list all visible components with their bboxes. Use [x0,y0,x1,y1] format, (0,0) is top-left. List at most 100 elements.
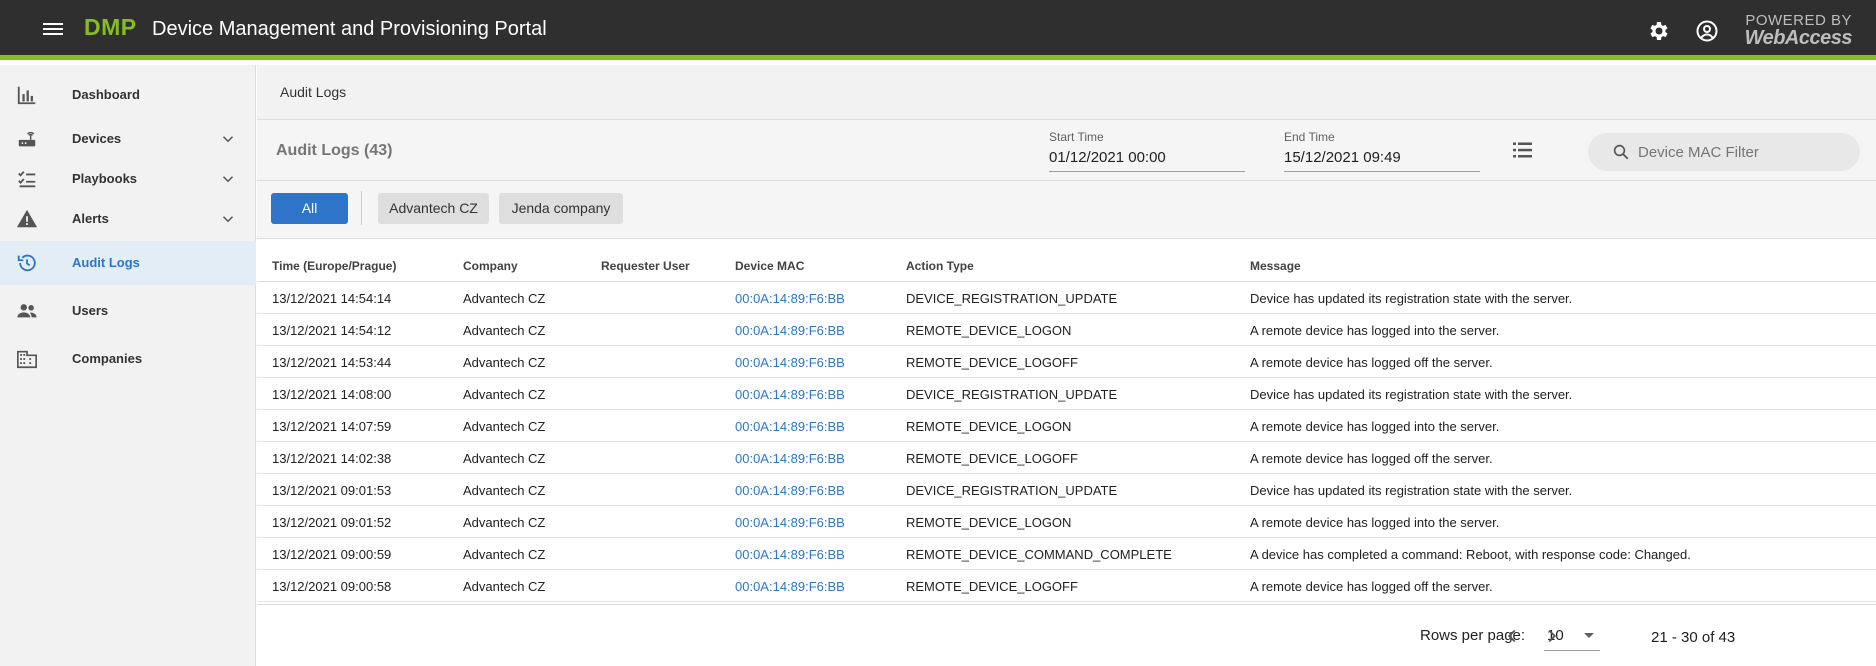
end-time-value[interactable]: 15/12/2021 09:49 [1284,149,1401,166]
table-row[interactable]: 13/12/2021 14:02:38 Advantech CZ 00:0A:14:… [257,442,1876,474]
cell-action-type: REMOTE_DEVICE_LOGOFF [906,451,1078,466]
cell-message: Device has updated its registration stat… [1250,483,1573,498]
search-icon [1613,144,1629,160]
building-icon [17,350,37,369]
dropdown-arrow-icon [1584,633,1594,638]
cell-action-type: DEVICE_REGISTRATION_UPDATE [906,291,1118,306]
table-row[interactable]: 13/12/2021 09:00:59 Advantech CZ 00:0A:14:… [257,538,1876,570]
cell-time: 13/12/2021 14:08:00 [272,387,392,402]
filter-all-button[interactable]: All [271,193,348,224]
cell-company: Advantech CZ [463,515,546,530]
start-time-field[interactable]: Start Time 01/12/2021 00:00 [1049,128,1245,172]
cell-time: 13/12/2021 14:54:14 [272,291,392,306]
table-row[interactable]: 13/12/2021 09:01:53 Advantech CZ 00:0A:14:… [257,474,1876,506]
cell-action-type: REMOTE_DEVICE_COMMAND_COMPLETE [906,547,1172,562]
device-mac-link[interactable]: 00:0A:14:89:F6:BB [735,451,845,466]
company-filter-bar: All Advantech CZ Jenda company [257,181,1876,239]
device-mac-link[interactable]: 00:0A:14:89:F6:BB [735,547,845,562]
column-header-device-mac[interactable]: Device MAC [735,259,804,273]
table-row[interactable]: 13/12/2021 09:00:58 Advantech CZ 00:0A:14:… [257,570,1876,602]
cell-time: 13/12/2021 09:00:58 [272,579,392,594]
table-row[interactable]: 13/12/2021 14:54:14 Advantech CZ 00:0A:14:… [257,282,1876,314]
device-mac-search[interactable] [1588,133,1860,171]
chevron-right-icon[interactable] [1541,625,1563,647]
cell-action-type: DEVICE_REGISTRATION_UPDATE [906,483,1118,498]
start-time-value[interactable]: 01/12/2021 00:00 [1049,149,1166,166]
pagination: Rows per page: 10 21 - 30 of 43 [257,604,1876,666]
cell-time: 13/12/2021 14:54:12 [272,323,392,338]
table-row[interactable]: 13/12/2021 14:53:44 Advantech CZ 00:0A:14:… [257,346,1876,378]
sidebar-item-dashboard[interactable]: Dashboard [0,73,256,117]
cell-company: Advantech CZ [463,291,546,306]
cell-message: Device has updated its registration stat… [1250,387,1573,402]
table-row[interactable]: 13/12/2021 09:01:52 Advantech CZ 00:0A:14:… [257,506,1876,538]
sidebar-item-playbooks[interactable]: Playbooks [0,157,256,201]
app-title: Device Management and Provisioning Porta… [152,18,547,40]
cell-company: Advantech CZ [463,547,546,562]
sidebar-item-users[interactable]: Users [0,289,256,333]
app-header: DMP Device Management and Provisioning P… [0,0,1876,60]
device-mac-link[interactable]: 00:0A:14:89:F6:BB [735,419,845,434]
cell-action-type: REMOTE_DEVICE_LOGON [906,419,1072,434]
device-mac-link[interactable]: 00:0A:14:89:F6:BB [735,355,845,370]
cell-action-type: REMOTE_DEVICE_LOGOFF [906,579,1078,594]
device-mac-link[interactable]: 00:0A:14:89:F6:BB [735,387,845,402]
sidebar-item-label: Companies [72,351,143,366]
cell-time: 13/12/2021 14:02:38 [272,451,392,466]
cell-company: Advantech CZ [463,419,546,434]
breadcrumb: Audit Logs [257,65,1876,120]
device-mac-link[interactable]: 00:0A:14:89:F6:BB [735,291,845,306]
cell-company: Advantech CZ [463,483,546,498]
gear-icon[interactable] [1647,19,1671,43]
column-header-message[interactable]: Message [1250,259,1301,273]
column-header-company[interactable]: Company [463,259,518,273]
cell-action-type: REMOTE_DEVICE_LOGOFF [906,355,1078,370]
device-mac-link[interactable]: 00:0A:14:89:F6:BB [735,515,845,530]
table-row[interactable]: 13/12/2021 14:54:12 Advantech CZ 00:0A:14:… [257,314,1876,346]
device-mac-filter-input[interactable] [1638,133,1848,171]
cell-message: A device has completed a command: Reboot… [1250,547,1691,562]
device-mac-link[interactable]: 00:0A:14:89:F6:BB [735,323,845,338]
chevron-down-icon[interactable] [219,210,237,228]
table-body: 13/12/2021 14:54:14 Advantech CZ 00:0A:14:… [257,282,1876,602]
column-header-action-type[interactable]: Action Type [906,259,974,273]
cell-time: 13/12/2021 09:01:53 [272,483,392,498]
chevron-down-icon[interactable] [219,170,237,188]
end-time-field[interactable]: End Time 15/12/2021 09:49 [1284,128,1480,172]
list-view-icon[interactable] [1511,138,1535,162]
table-row[interactable]: 13/12/2021 14:07:59 Advantech CZ 00:0A:14:… [257,410,1876,442]
sidebar-item-audit-logs[interactable]: Audit Logs [0,241,256,285]
end-time-label: End Time [1284,130,1335,144]
filter-company-chip[interactable]: Advantech CZ [378,193,489,224]
cell-action-type: REMOTE_DEVICE_LOGON [906,323,1072,338]
cell-message: A remote device has logged into the serv… [1250,515,1500,530]
cell-message: A remote device has logged off the serve… [1250,579,1493,594]
sidebar-item-label: Audit Logs [72,255,140,270]
account-circle-icon[interactable] [1695,19,1719,43]
device-mac-link[interactable]: 00:0A:14:89:F6:BB [735,483,845,498]
history-icon [17,254,36,272]
webaccess-text: WebAccess [1744,27,1853,49]
menu-icon[interactable] [43,20,65,40]
sidebar-item-devices[interactable]: Devices [0,117,256,161]
sidebar-item-alerts[interactable]: Alerts [0,197,256,241]
chevron-down-icon[interactable] [219,130,237,148]
checklist-icon [18,171,36,188]
sidebar-item-label: Alerts [72,211,109,226]
page-range: 21 - 30 of 43 [1651,629,1736,646]
device-mac-link[interactable]: 00:0A:14:89:F6:BB [735,579,845,594]
table-header-row: Time (Europe/Prague) Company Requester U… [257,250,1876,282]
table-row[interactable]: 13/12/2021 14:08:00 Advantech CZ 00:0A:14:… [257,378,1876,410]
cell-time: 13/12/2021 14:07:59 [272,419,392,434]
sidebar-item-label: Devices [72,131,122,146]
column-header-time[interactable]: Time (Europe/Prague) [272,259,396,273]
filter-divider [361,191,362,225]
sidebar-item-companies[interactable]: Companies [0,337,256,381]
filter-company-chip[interactable]: Jenda company [499,193,623,224]
cell-company: Advantech CZ [463,355,546,370]
sidebar: Dashboard Devices Playbooks Alerts Audit… [0,65,256,666]
column-header-requester-user[interactable]: Requester User [601,259,690,273]
cell-message: Device has updated its registration stat… [1250,291,1573,306]
chevron-left-icon[interactable] [1501,625,1523,647]
brand-logo[interactable]: DMP [84,14,137,41]
